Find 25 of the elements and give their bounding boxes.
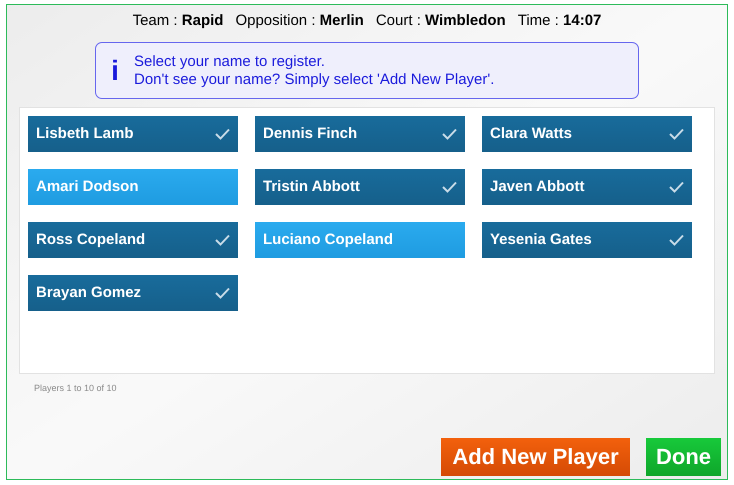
player-button[interactable]: Javen Abbott [482,169,692,205]
check-icon [215,234,230,246]
check-icon [215,287,230,299]
player-button[interactable]: Tristin Abbott [255,169,465,205]
header-field: Court : Wimbledon [376,10,506,32]
player-button[interactable]: Clara Watts [482,116,692,152]
info-text: Select your name to register. [134,52,326,70]
header-field: Time : 14:07 [518,10,602,32]
check-icon [215,128,230,140]
check-icon [669,234,684,246]
player-button[interactable]: Dennis Finch [255,116,465,152]
player-button[interactable]: Lisbeth Lamb [28,116,238,152]
check-icon [442,128,457,140]
pager-text: Players 1 to 10 of 10 [34,382,118,395]
header-field: Opposition : Merlin [235,10,364,32]
check-icon [442,181,457,193]
player-button[interactable]: Ross Copeland [28,222,238,258]
header-field: Team : Rapid [132,10,224,32]
info-icon: i [104,56,126,84]
check-icon [669,181,684,193]
add-player-button[interactable]: Add New Player [441,438,630,476]
info-text: Don't see your name? Simply select 'Add New Player'. [134,70,494,88]
player-button[interactable]: Yesenia Gates [482,222,692,258]
check-icon [669,128,684,140]
player-button[interactable]: Brayan Gomez [28,275,238,311]
